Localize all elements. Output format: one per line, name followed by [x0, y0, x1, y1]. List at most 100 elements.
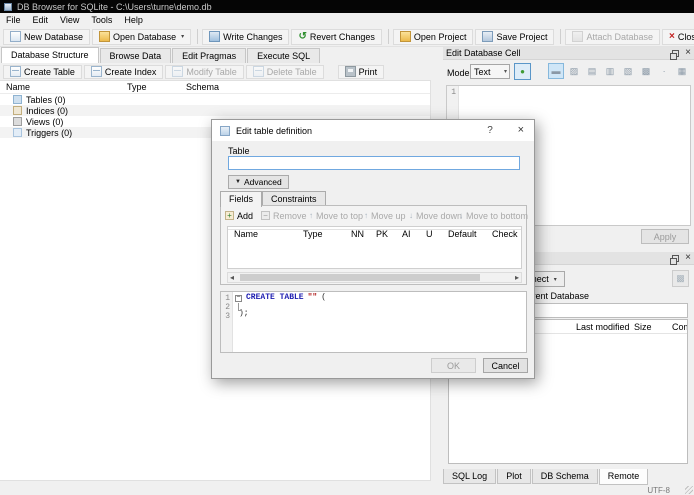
chevron-down-icon: ▾ [503, 69, 507, 75]
column-header-u: U [426, 229, 433, 239]
menubar: File Edit View Tools Help [0, 13, 694, 27]
add-label: Add [237, 210, 254, 221]
column-header-type[interactable]: Type [127, 82, 147, 92]
menu-tools[interactable]: Tools [85, 15, 118, 25]
attach-database-button[interactable]: Attach Database [565, 28, 661, 45]
dialog-titlebar[interactable]: Edit table definition ? × [212, 120, 534, 141]
modify-table-button[interactable]: Modify Table [165, 64, 244, 79]
apply-button[interactable]: Apply [641, 229, 689, 244]
advanced-label: Advanced [243, 177, 282, 187]
tree-item-indices[interactable]: Indices (0) [0, 105, 430, 116]
close-database-label: Close Database [677, 31, 694, 42]
create-index-icon [90, 66, 102, 77]
move-to-bottom-button[interactable]: ↓ Move to bottom [459, 209, 528, 222]
export-file-icon[interactable]: ▥ [602, 63, 618, 79]
set-null-icon[interactable]: ∙ [656, 63, 672, 79]
menu-view[interactable]: View [54, 15, 85, 25]
scroll-right-icon[interactable]: ▸ [515, 273, 519, 282]
menu-file[interactable]: File [0, 15, 27, 25]
create-index-button[interactable]: Create Index [83, 64, 164, 79]
write-changes-button[interactable]: Write Changes [202, 28, 290, 45]
close-icon[interactable]: × [518, 124, 524, 136]
fields-table[interactable]: Name Type NN PK AI U Default Check [227, 226, 522, 269]
binary-view-icon[interactable]: ▨ [566, 63, 582, 79]
text-mode-icon[interactable]: ▬ [548, 63, 564, 79]
modify-table-label: Modify Table [186, 66, 237, 77]
tree-item-tables[interactable]: Tables (0) [0, 94, 430, 105]
close-database-icon: × [669, 30, 675, 42]
delete-table-label: Delete Table [266, 66, 317, 77]
tab-db-schema[interactable]: DB Schema [531, 469, 598, 484]
column-header-schema[interactable]: Schema [186, 82, 219, 92]
close-database-button[interactable]: × Close Database [662, 28, 694, 45]
schema-tree-header: Name Type Schema [0, 81, 430, 94]
tab-fields[interactable]: Fields [220, 191, 263, 207]
open-external-icon[interactable]: ▩ [638, 63, 654, 79]
edit-cell-title: Edit Database Cell [446, 48, 521, 58]
menu-edit[interactable]: Edit [27, 15, 55, 25]
indices-icon [13, 106, 22, 115]
remote-action-button[interactable]: ▩ [672, 270, 689, 287]
advanced-button[interactable]: ▼ Advanced [228, 175, 289, 189]
tab-sql-log[interactable]: SQL Log [443, 469, 497, 484]
menu-help[interactable]: Help [118, 15, 149, 25]
table-name-input[interactable] [228, 156, 520, 170]
tab-edit-pragmas[interactable]: Edit Pragmas [172, 48, 247, 63]
tree-item-label: Indices (0) [26, 105, 69, 116]
column-header-size[interactable]: Size [634, 322, 652, 332]
move-up-button[interactable]: ↑ Move up [364, 209, 406, 222]
create-table-label: Create Table [24, 66, 75, 77]
import-file-icon[interactable]: ▤ [584, 63, 600, 79]
column-header-commit[interactable]: Commit [672, 322, 687, 332]
sql-preview[interactable]: 1 2 3 − CREATE TABLE ""( ); [220, 291, 527, 353]
scrollbar-thumb[interactable] [240, 274, 480, 281]
ok-button[interactable]: OK [431, 358, 476, 373]
tab-database-structure[interactable]: Database Structure [1, 47, 99, 63]
float-panel-icon[interactable] [670, 254, 680, 265]
float-panel-icon[interactable] [670, 49, 680, 60]
resize-grip[interactable] [685, 486, 693, 494]
revert-changes-button[interactable]: ↺ Revert Changes [291, 28, 382, 45]
open-database-dropdown-icon[interactable]: ▾ [181, 33, 184, 40]
tab-browse-data[interactable]: Browse Data [99, 48, 172, 63]
open-database-button[interactable]: Open Database ▾ [92, 28, 192, 45]
sql-code[interactable]: − CREATE TABLE ""( ); [233, 292, 526, 352]
close-panel-icon[interactable]: × [685, 48, 691, 58]
save-project-label: Save Project [496, 31, 548, 42]
write-changes-label: Write Changes [223, 31, 283, 42]
horizontal-scrollbar[interactable]: ◂ ▸ [227, 272, 522, 283]
sql-line-3: ); [239, 309, 249, 318]
fold-marker-icon[interactable]: − [235, 295, 242, 302]
print-icon[interactable]: ▦ [674, 63, 690, 79]
tables-icon [13, 95, 22, 104]
add-field-button[interactable]: + Add [225, 209, 253, 222]
tab-remote[interactable]: Remote [598, 469, 649, 485]
mode-select[interactable]: Text ▾ [470, 64, 510, 79]
mode-label: Mode: [447, 68, 473, 78]
add-icon: + [225, 211, 234, 220]
close-panel-icon[interactable]: × [685, 253, 691, 263]
column-header-pk: PK [376, 229, 389, 239]
delete-table-button[interactable]: Delete Table [245, 64, 324, 79]
remove-field-button[interactable]: − Remove [261, 209, 307, 222]
create-table-button[interactable]: Create Table [3, 64, 82, 79]
scroll-left-icon[interactable]: ◂ [230, 273, 234, 282]
edit-cell-header: Edit Database Cell × [443, 47, 694, 60]
open-project-button[interactable]: Open Project [392, 28, 474, 45]
save-project-button[interactable]: Save Project [475, 28, 555, 45]
toolbar-separator [560, 29, 562, 44]
tab-plot[interactable]: Plot [497, 469, 531, 484]
help-button[interactable]: ? [484, 125, 496, 136]
column-header-last-modified[interactable]: Last modified [576, 322, 630, 332]
tab-execute-sql[interactable]: Execute SQL [247, 48, 321, 63]
print-button[interactable]: Print [337, 64, 385, 79]
auto-format-toggle[interactable]: ● [514, 63, 531, 80]
attach-database-icon [572, 31, 584, 42]
fields-tab-page: + Add − Remove ↑ Move to top ↑ Move up ↓… [220, 205, 528, 285]
new-database-button[interactable]: New Database [3, 28, 91, 45]
cancel-button[interactable]: Cancel [483, 358, 528, 373]
move-to-top-button[interactable]: ↑ Move to top [309, 209, 363, 222]
column-header-name[interactable]: Name [6, 82, 30, 92]
save-icon[interactable]: ▧ [620, 63, 636, 79]
move-down-button[interactable]: ↓ Move down [409, 209, 462, 222]
